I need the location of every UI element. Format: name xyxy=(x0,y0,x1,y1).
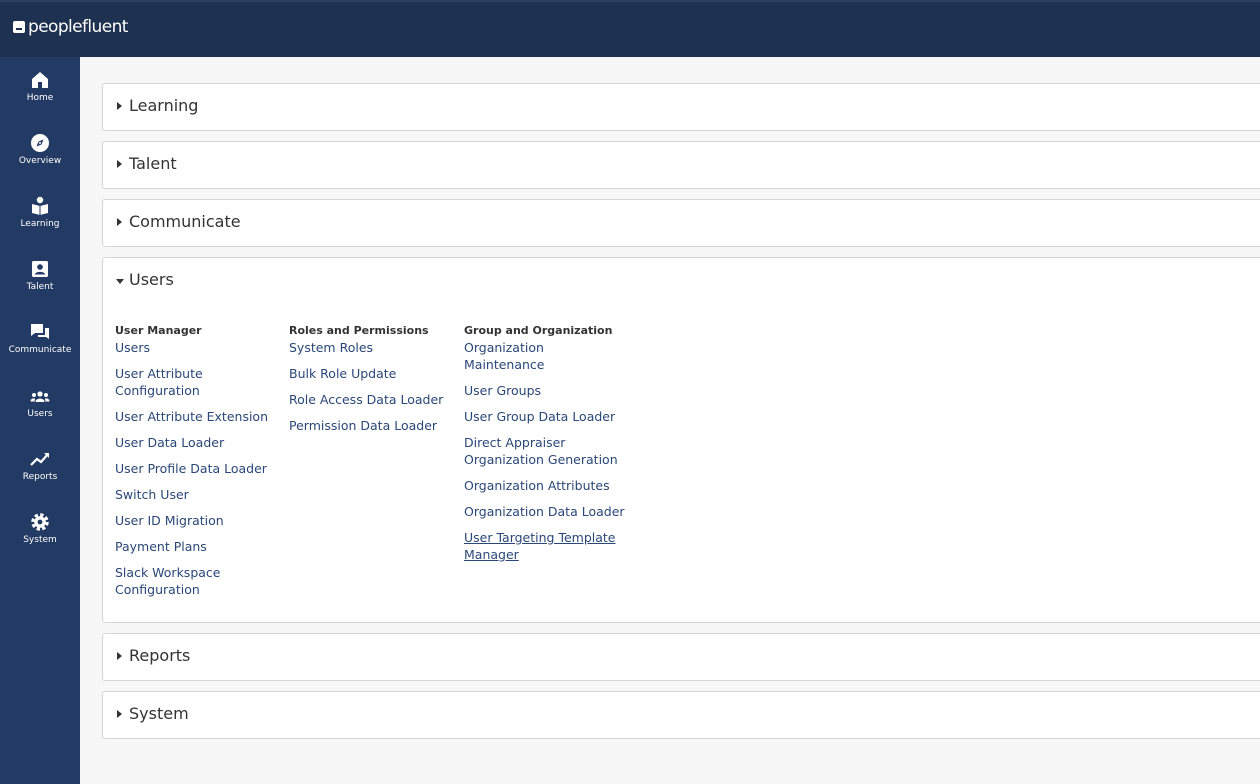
sidebar-item-label: Learning xyxy=(20,219,60,229)
link-organization-data-loader[interactable]: Organization Data Loader xyxy=(464,503,634,520)
sidebar-item-reports[interactable]: Reports xyxy=(0,449,80,505)
sidebar-item-label: Home xyxy=(26,93,54,103)
caret-right-icon xyxy=(117,218,122,226)
logo-mark-icon xyxy=(13,21,25,33)
sidebar-nav: Home Overview Learning Talent Communicat… xyxy=(0,57,80,784)
peoplefluent-logo[interactable]: peoplefluent xyxy=(13,17,128,37)
top-header: peoplefluent xyxy=(0,0,1260,57)
panel-title: Users xyxy=(129,270,174,289)
sidebar-item-talent[interactable]: Talent xyxy=(0,259,80,315)
sidebar-item-label: Reports xyxy=(22,472,58,482)
header-top-border xyxy=(0,0,1260,2)
sidebar-item-label: System xyxy=(23,535,57,545)
id-card-icon xyxy=(32,261,48,277)
column-group-and-organization: Group and Organization Organization Main… xyxy=(464,321,634,572)
panel-header-reports[interactable]: Reports xyxy=(103,634,1260,680)
link-user-id-migration[interactable]: User ID Migration xyxy=(115,512,275,529)
link-switch-user[interactable]: Switch User xyxy=(115,486,275,503)
panel-title: Talent xyxy=(129,154,177,173)
link-user-attribute-extension[interactable]: User Attribute Extension xyxy=(115,408,275,425)
sidebar-item-users[interactable]: Users xyxy=(0,386,80,442)
panel-header-talent[interactable]: Talent xyxy=(103,142,1260,188)
caret-right-icon xyxy=(117,160,122,168)
panel-learning: Learning xyxy=(102,83,1260,131)
link-system-roles[interactable]: System Roles xyxy=(289,339,454,356)
link-direct-appraiser-organization-generation[interactable]: Direct Appraiser Organization Generation xyxy=(464,434,624,468)
panel-header-users[interactable]: Users xyxy=(103,258,1260,304)
link-role-access-data-loader[interactable]: Role Access Data Loader xyxy=(289,391,454,408)
panel-talent: Talent xyxy=(102,141,1260,189)
column-heading: User Manager xyxy=(115,324,202,337)
sidebar-item-overview[interactable]: Overview xyxy=(0,133,80,189)
link-users[interactable]: Users xyxy=(115,339,275,356)
link-slack-workspace-configuration[interactable]: Slack Workspace Configuration xyxy=(115,564,225,598)
sidebar-item-label: Overview xyxy=(18,156,62,166)
link-user-group-data-loader[interactable]: User Group Data Loader xyxy=(464,408,634,425)
sidebar-item-communicate[interactable]: Communicate xyxy=(0,322,80,378)
link-user-data-loader[interactable]: User Data Loader xyxy=(115,434,275,451)
panel-system: System xyxy=(102,691,1260,739)
panel-communicate: Communicate xyxy=(102,199,1260,247)
panel-title: Learning xyxy=(129,96,199,115)
brand-name: peoplefluent xyxy=(28,17,128,37)
caret-right-icon xyxy=(117,652,122,660)
link-organization-attributes[interactable]: Organization Attributes xyxy=(464,477,634,494)
chat-icon xyxy=(31,324,49,339)
sidebar-item-label: Users xyxy=(27,409,53,419)
caret-right-icon xyxy=(117,710,122,718)
link-payment-plans[interactable]: Payment Plans xyxy=(115,538,275,555)
panel-reports: Reports xyxy=(102,633,1260,681)
link-organization-maintenance[interactable]: Organization Maintenance xyxy=(464,339,564,373)
learning-icon xyxy=(32,196,48,215)
sidebar-item-learning[interactable]: Learning xyxy=(0,196,80,252)
sidebar-item-home[interactable]: Home xyxy=(0,70,80,126)
column-user-manager: User Manager Users User Attribute Config… xyxy=(115,321,275,607)
panel-users: Users User Manager Users User Attribute … xyxy=(102,257,1260,623)
panel-header-learning[interactable]: Learning xyxy=(103,84,1260,130)
sidebar-item-label: Communicate xyxy=(8,345,72,355)
panel-title: System xyxy=(129,704,189,723)
panel-header-communicate[interactable]: Communicate xyxy=(103,200,1260,246)
link-user-groups[interactable]: User Groups xyxy=(464,382,634,399)
main-content: Learning Talent Communicate Users User M… xyxy=(80,57,1260,784)
link-permission-data-loader[interactable]: Permission Data Loader xyxy=(289,417,454,434)
sidebar-item-label: Talent xyxy=(26,282,54,292)
users-icon xyxy=(30,391,50,402)
link-user-targeting-template-manager[interactable]: User Targeting Template Manager xyxy=(464,529,624,563)
link-bulk-role-update[interactable]: Bulk Role Update xyxy=(289,365,454,382)
gear-icon xyxy=(31,513,49,531)
caret-down-icon xyxy=(116,279,124,284)
column-heading: Roles and Permissions xyxy=(289,324,429,337)
column-heading: Group and Organization xyxy=(464,324,613,337)
sidebar-item-system[interactable]: System xyxy=(0,512,80,568)
caret-right-icon xyxy=(117,102,122,110)
panel-title: Communicate xyxy=(129,212,241,231)
home-icon xyxy=(32,72,48,88)
panel-header-system[interactable]: System xyxy=(103,692,1260,738)
link-user-profile-data-loader[interactable]: User Profile Data Loader xyxy=(115,460,275,477)
line-chart-icon xyxy=(30,453,49,466)
panel-title: Reports xyxy=(129,646,191,665)
compass-icon xyxy=(31,134,49,152)
link-user-attribute-configuration[interactable]: User Attribute Configuration xyxy=(115,365,225,399)
column-roles-and-permissions: Roles and Permissions System Roles Bulk … xyxy=(289,321,454,443)
